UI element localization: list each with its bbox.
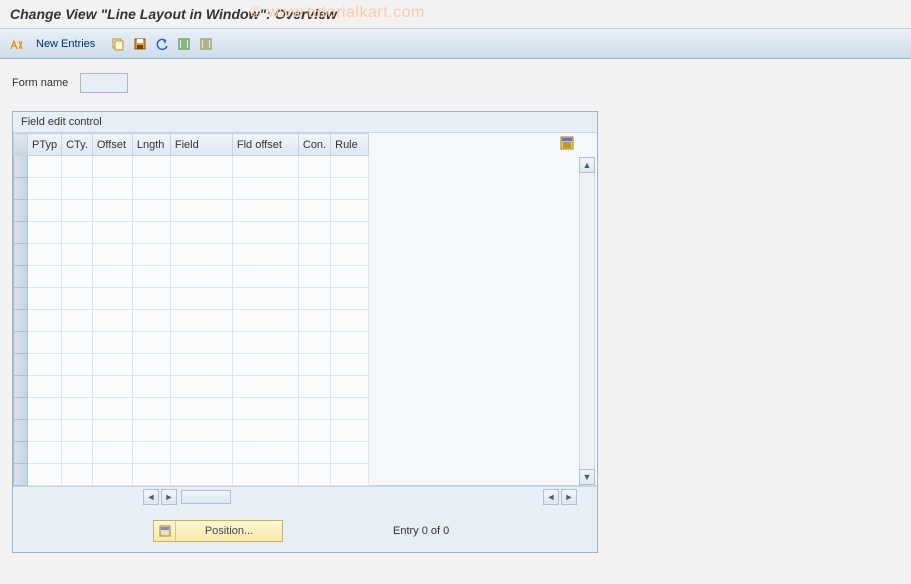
row-selector[interactable] [14,332,28,354]
scroll-right-button[interactable]: ► [161,489,177,505]
undo-icon[interactable] [153,35,171,53]
content-area: Form name Field edit control PTyp CTy. O… [0,59,911,567]
row-selector[interactable] [14,310,28,332]
row-selector[interactable] [14,200,28,222]
table-row[interactable] [14,244,369,266]
scroll-thumb[interactable] [181,490,231,504]
row-selector[interactable] [14,442,28,464]
form-name-label: Form name [12,77,68,89]
col-header-ptyp[interactable]: PTyp [28,134,62,156]
field-edit-panel: Field edit control PTyp CTy. Offset Lngt… [12,111,598,553]
row-selector[interactable] [14,156,28,178]
position-icon [154,521,176,541]
toolbar: New Entries [0,29,911,59]
table-row[interactable] [14,266,369,288]
table-row[interactable] [14,222,369,244]
row-selector[interactable] [14,376,28,398]
save-icon[interactable] [131,35,149,53]
col-header-cty[interactable]: CTy. [62,134,93,156]
toggle-display-icon[interactable] [8,35,26,53]
table-row[interactable] [14,200,369,222]
deselect-all-icon[interactable] [197,35,215,53]
table-row[interactable] [14,156,369,178]
row-selector[interactable] [14,266,28,288]
col-header-offset[interactable]: Offset [92,134,132,156]
select-all-icon[interactable] [175,35,193,53]
table-row[interactable] [14,310,369,332]
scroll-up-button[interactable]: ▲ [579,157,595,173]
row-selector[interactable] [14,398,28,420]
vertical-scrollbar[interactable]: ▲ ▼ [579,157,595,485]
grid-table: PTyp CTy. Offset Lngth Field Fld offset … [13,133,369,486]
table-row[interactable] [14,178,369,200]
row-selector[interactable] [14,354,28,376]
grid-wrapper: PTyp CTy. Offset Lngth Field Fld offset … [13,132,597,486]
copy-icon[interactable] [109,35,127,53]
page-title: Change View "Line Layout in Window": Ove… [10,6,901,22]
col-header-con[interactable]: Con. [298,134,330,156]
horizontal-scrollbar: ◄ ► ◄ ► [13,486,597,506]
table-row[interactable] [14,332,369,354]
row-selector[interactable] [14,222,28,244]
position-button[interactable]: Position... [153,520,283,542]
grid-gap: ▲ ▼ [369,133,597,486]
table-row[interactable] [14,288,369,310]
scroll-track[interactable] [579,173,595,469]
table-row[interactable] [14,442,369,464]
table-row[interactable] [14,464,369,486]
form-name-row: Form name [12,73,899,93]
col-header-field[interactable]: Field [170,134,232,156]
watermark: © www.tutorialkart.com [250,4,425,22]
scroll-left-button[interactable]: ◄ [143,489,159,505]
row-selector[interactable] [14,178,28,200]
table-settings-icon[interactable] [559,135,577,153]
row-selector-header[interactable] [14,134,28,156]
scroll-left2-button[interactable]: ◄ [543,489,559,505]
entry-count-text: Entry 0 of 0 [393,525,449,537]
title-bar: Change View "Line Layout in Window": Ove… [0,0,911,29]
position-label: Position... [176,525,282,537]
scroll-down-button[interactable]: ▼ [579,469,595,485]
row-selector[interactable] [14,244,28,266]
col-header-fldoffset[interactable]: Fld offset [232,134,298,156]
panel-footer: Position... Entry 0 of 0 [13,506,597,552]
table-row[interactable] [14,354,369,376]
grid-header-row: PTyp CTy. Offset Lngth Field Fld offset … [14,134,369,156]
col-header-lngth[interactable]: Lngth [132,134,170,156]
row-selector[interactable] [14,420,28,442]
new-entries-button[interactable]: New Entries [30,36,101,52]
row-selector[interactable] [14,288,28,310]
table-row[interactable] [14,398,369,420]
scroll-right2-button[interactable]: ► [561,489,577,505]
col-header-rule[interactable]: Rule [331,134,369,156]
form-name-input[interactable] [80,73,128,93]
row-selector[interactable] [14,464,28,486]
panel-title: Field edit control [13,112,597,132]
table-row[interactable] [14,420,369,442]
table-row[interactable] [14,376,369,398]
